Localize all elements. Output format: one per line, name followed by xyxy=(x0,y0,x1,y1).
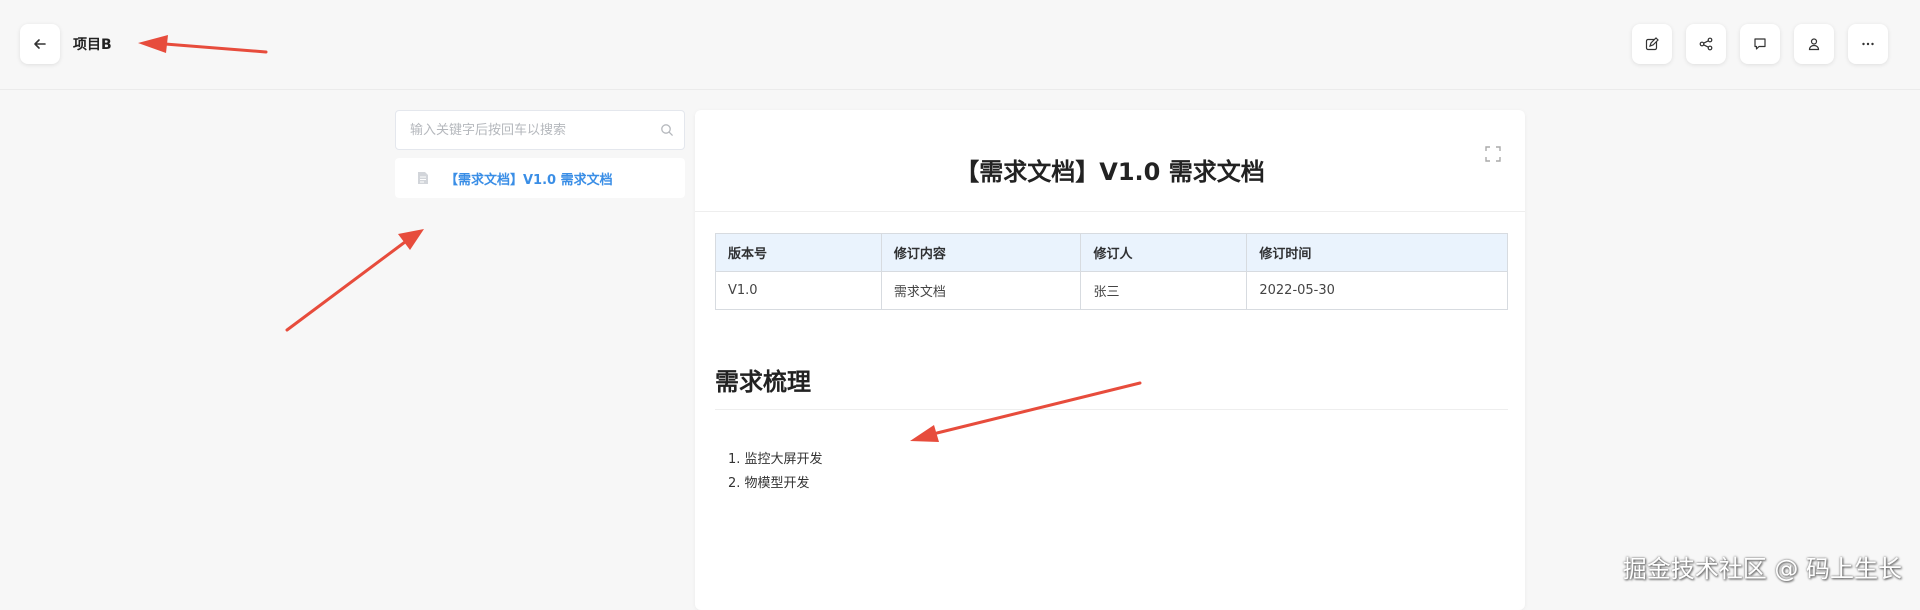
project-title: 项目B xyxy=(73,37,112,53)
document-panel: 【需求文档】V1.0 需求文档 版本号 修订内容 修订人 修订时间 V1.0 需… xyxy=(695,110,1525,610)
share-icon xyxy=(1699,37,1713,51)
more-button[interactable] xyxy=(1848,24,1888,64)
sidebar-doc-item[interactable]: 【需求文档】V1.0 需求文档 xyxy=(395,158,685,198)
table-cell: 2022-05-30 xyxy=(1246,271,1508,310)
list-item: 1. 监控大屏开发 xyxy=(728,452,823,467)
table-row: V1.0 需求文档 张三 2022-05-30 xyxy=(715,271,1508,310)
sidebar: 【需求文档】V1.0 需求文档 xyxy=(395,110,685,198)
more-icon xyxy=(1862,42,1874,46)
table-header-cell: 修订时间 xyxy=(1246,233,1508,272)
table-cell: V1.0 xyxy=(715,271,882,310)
search-box xyxy=(395,110,685,150)
list-item: 2. 物模型开发 xyxy=(728,476,810,491)
search-icon[interactable] xyxy=(660,123,674,137)
document-icon xyxy=(418,172,428,184)
fullscreen-icon[interactable] xyxy=(1485,146,1501,162)
table-header-row: 版本号 修订内容 修订人 修订时间 xyxy=(715,233,1508,272)
sidebar-doc-label: 【需求文档】V1.0 需求文档 xyxy=(445,172,613,188)
table-cell: 张三 xyxy=(1080,271,1248,310)
annotation-arrow xyxy=(285,229,424,332)
requirement-list: 1. 监控大屏开发 2. 物模型开发 xyxy=(728,448,823,496)
table-cell: 需求文档 xyxy=(880,271,1082,310)
arrow-left-icon xyxy=(34,39,46,49)
user-button[interactable] xyxy=(1794,24,1834,64)
table-header-cell: 修订内容 xyxy=(880,233,1082,272)
comment-button[interactable] xyxy=(1740,24,1780,64)
user-icon xyxy=(1808,38,1820,51)
edit-button[interactable] xyxy=(1632,24,1672,64)
document-header: 【需求文档】V1.0 需求文档 xyxy=(695,110,1525,212)
section-heading: 需求梳理 xyxy=(715,362,1508,410)
table-header-cell: 修订人 xyxy=(1080,233,1248,272)
back-button[interactable] xyxy=(20,24,60,64)
search-input[interactable] xyxy=(396,111,684,149)
top-bar: 项目B xyxy=(0,0,1920,90)
comment-icon xyxy=(1754,38,1766,50)
edit-icon xyxy=(1645,37,1659,51)
share-button[interactable] xyxy=(1686,24,1726,64)
toolbar-actions xyxy=(1632,24,1888,64)
document-title: 【需求文档】V1.0 需求文档 xyxy=(955,158,1265,186)
revision-table: 版本号 修订内容 修订人 修订时间 V1.0 需求文档 张三 2022-05-3… xyxy=(715,233,1508,310)
watermark: 掘金技术社区 @ 码上生长 xyxy=(1622,555,1902,583)
table-header-cell: 版本号 xyxy=(715,233,882,272)
